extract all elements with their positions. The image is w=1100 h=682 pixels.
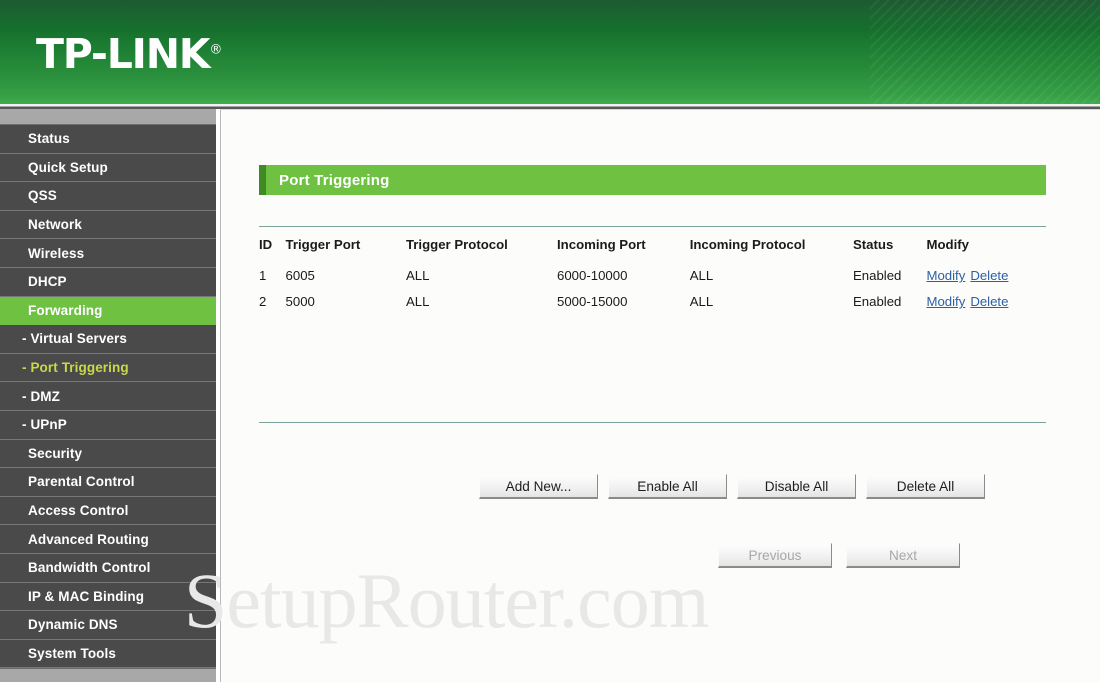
column-header-status: Status [852, 237, 894, 252]
sidebar-item-label: Bandwidth Control [28, 560, 151, 576]
delete-all-button[interactable]: Delete All [866, 474, 985, 499]
sidebar-item-dmz[interactable]: - DMZ [0, 382, 216, 411]
delete-link[interactable]: Delete [970, 268, 1008, 283]
header-gloss [0, 0, 1100, 30]
cell-modify: Modify Delete [926, 289, 1049, 315]
app-header: TP-LINK® [0, 0, 1100, 104]
cell-status: Enabled [852, 268, 902, 283]
cell-incoming-protocol: ALL [689, 268, 714, 283]
sidebar-item-label: - UPnP [22, 417, 67, 433]
tp-link-logo: TP-LINK® [36, 34, 222, 75]
sidebar-item-label: Dynamic DNS [28, 617, 118, 633]
column-header-trigger-port: Trigger Port [285, 237, 361, 252]
modify-link[interactable]: Modify [926, 294, 965, 309]
sidebar-item-label: DHCP [28, 274, 67, 290]
logo-text: TP-LINK [36, 30, 211, 78]
cell-trigger-protocol: ALL [405, 294, 430, 309]
sidebar-item-label: Security [28, 445, 83, 461]
sidebar-item-label: - Virtual Servers [22, 331, 128, 347]
sidebar-item-label: IP & MAC Binding [28, 588, 145, 604]
modify-link[interactable]: Modify [926, 268, 965, 283]
disable-all-button[interactable]: Disable All [737, 474, 856, 499]
previous-button[interactable]: Previous [718, 543, 832, 568]
sidebar-item-label: - DMZ [22, 388, 60, 404]
sidebar-item-label: Status [28, 131, 70, 147]
page-title-banner: Port Triggering [259, 165, 1046, 195]
port-triggering-table: ID Trigger Port Trigger Protocol Incomin… [259, 237, 1049, 315]
column-header-incoming-port: Incoming Port [557, 237, 646, 252]
sidebar-item-ip-mac-binding[interactable]: IP & MAC Binding [0, 582, 216, 612]
sidebar-item-system-tools[interactable]: System Tools [0, 639, 216, 669]
banner-accent-bar [259, 165, 266, 195]
cell-trigger-port: 6005 [285, 268, 315, 283]
column-header-incoming-protocol: Incoming Protocol [689, 237, 806, 252]
registered-trademark-icon: ® [209, 42, 223, 58]
sidebar-item-dynamic-dns[interactable]: Dynamic DNS [0, 611, 216, 640]
sidebar-item-bandwidth-control[interactable]: Bandwidth Control [0, 553, 216, 583]
cell-trigger-protocol: ALL [405, 268, 430, 283]
sidebar-item-quick-setup[interactable]: Quick Setup [0, 153, 216, 183]
sidebar-item-status[interactable]: Status [0, 125, 216, 154]
sidebar-item-label: Network [28, 217, 82, 233]
sidebar-item-label: System Tools [28, 645, 116, 661]
sidebar-item-dhcp[interactable]: DHCP [0, 267, 216, 297]
pagination-top-divider [259, 422, 1046, 423]
cell-modify: Modify Delete [926, 263, 1049, 289]
cell-id: 2 [259, 294, 267, 309]
sidebar-item-label: QSS [28, 188, 57, 204]
table-row: 1 6005 ALL 6000-10000 ALL Enabled Modify… [259, 263, 1049, 289]
cell-incoming-port: 5000-15000 [557, 294, 628, 309]
next-button[interactable]: Next [846, 543, 960, 568]
sidebar-item-access-control[interactable]: Access Control [0, 496, 216, 526]
sidebar-item-security[interactable]: Security [0, 439, 216, 469]
sidebar-item-port-triggering[interactable]: - Port Triggering [0, 353, 216, 383]
cell-incoming-protocol: ALL [689, 294, 714, 309]
sidebar-bottom-spacer [0, 668, 216, 682]
main-content-panel: Port Triggering ID Trigger Port Trigger … [220, 109, 1100, 682]
table-top-divider [259, 226, 1046, 227]
header-diagonal-pattern [870, 0, 1100, 104]
sidebar-item-label: Access Control [28, 503, 129, 519]
cell-incoming-port: 6000-10000 [557, 268, 628, 283]
column-header-modify: Modify [926, 237, 969, 252]
sidebar-top-spacer [0, 109, 216, 125]
sidebar-item-label: Wireless [28, 245, 85, 261]
column-header-trigger-protocol: Trigger Protocol [405, 237, 508, 252]
sidebar-item-label: - Port Triggering [22, 360, 129, 376]
sidebar-item-qss[interactable]: QSS [0, 182, 216, 211]
sidebar-item-label: Parental Control [28, 474, 135, 490]
table-header-row: ID Trigger Port Trigger Protocol Incomin… [259, 237, 1049, 263]
enable-all-button[interactable]: Enable All [608, 474, 727, 499]
sidebar-item-label: Advanced Routing [28, 531, 149, 547]
sidebar-item-forwarding[interactable]: Forwarding [0, 296, 216, 326]
sidebar-item-advanced-routing[interactable]: Advanced Routing [0, 525, 216, 554]
delete-link[interactable]: Delete [970, 294, 1008, 309]
sidebar-item-wireless[interactable]: Wireless [0, 239, 216, 268]
sidebar-item-upnp[interactable]: - UPnP [0, 410, 216, 440]
table-row: 2 5000 ALL 5000-15000 ALL Enabled Modify… [259, 289, 1049, 315]
column-header-id: ID [259, 237, 273, 252]
sidebar-item-label: Forwarding [28, 302, 103, 318]
cell-trigger-port: 5000 [285, 294, 315, 309]
add-new-button[interactable]: Add New... [479, 474, 598, 499]
action-button-row: Add New... Enable All Disable All Delete… [479, 474, 985, 499]
sidebar-navigation: Status Quick Setup QSS Network Wireless … [0, 109, 216, 682]
cell-id: 1 [259, 268, 267, 283]
sidebar-item-parental-control[interactable]: Parental Control [0, 468, 216, 497]
sidebar-item-virtual-servers[interactable]: - Virtual Servers [0, 325, 216, 354]
sidebar-item-label: Quick Setup [28, 159, 108, 175]
sidebar-item-network[interactable]: Network [0, 210, 216, 240]
page-title: Port Triggering [279, 171, 390, 189]
pagination-controls: Previous Next [718, 543, 974, 568]
cell-status: Enabled [852, 294, 902, 309]
